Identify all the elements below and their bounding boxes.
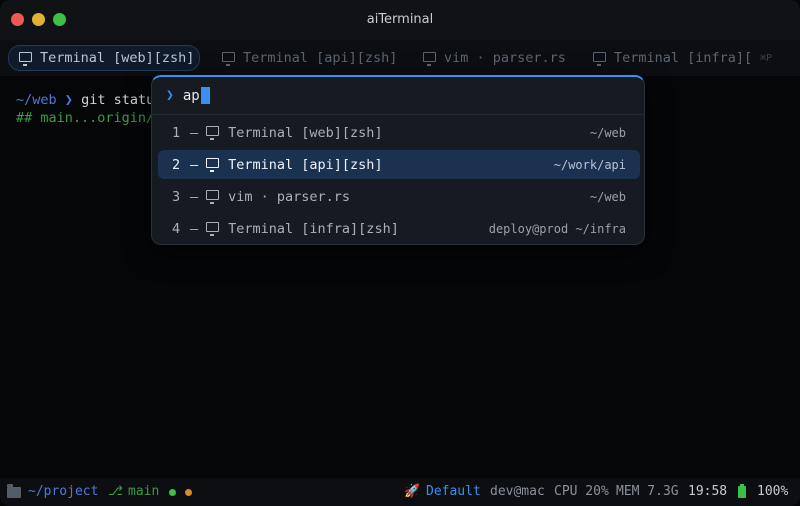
palette-search-row: ❯: [152, 77, 644, 115]
tab-terminal-infra[interactable]: Terminal [infra][: [583, 45, 762, 71]
tab-label: Terminal [infra][: [614, 50, 753, 66]
terminal-line: ## main...origin/: [16, 110, 155, 126]
result-separator: —: [190, 188, 199, 205]
result-path: ~/work/api: [553, 157, 626, 172]
tab-terminal-api[interactable]: Terminal [api][zsh]: [212, 45, 407, 71]
status-cpu: CPU 20%: [554, 484, 609, 499]
result-title: Terminal [web][zsh]: [228, 124, 383, 141]
result-separator: —: [190, 156, 199, 173]
result-separator: —: [190, 124, 199, 141]
tab-label: vim · parser.rs: [444, 50, 566, 66]
git-branch-icon: ⎇: [108, 484, 123, 499]
status-mem: MEM 7.3G: [616, 484, 679, 499]
monitor-icon: [19, 51, 32, 66]
result-index: 2: [172, 156, 181, 173]
result-index: 4: [172, 220, 181, 237]
monitor-icon: [222, 51, 235, 66]
monitor-icon: [206, 126, 220, 140]
status-branch[interactable]: main: [128, 484, 159, 499]
git-changes-indicator: [185, 489, 192, 496]
status-battery: 100%: [757, 484, 789, 499]
tab-vim-parser[interactable]: vim · parser.rs: [413, 45, 576, 71]
monitor-icon: [206, 222, 220, 236]
tab-label: Terminal [web][zsh]: [40, 50, 195, 66]
status-bar: ~/project ⎇ main 🚀 Default dev@mac CPU 2…: [0, 478, 800, 506]
monitor-icon: [423, 51, 436, 66]
monitor-icon: [206, 190, 220, 204]
prompt-path: ~/web: [16, 92, 57, 108]
window-title: aiTerminal: [366, 12, 434, 27]
battery-icon: [738, 484, 746, 498]
result-title: Terminal [api][zsh]: [228, 156, 383, 173]
monitor-icon: [206, 158, 220, 172]
terminal-window: aiTerminal Terminal [web][zsh] Terminal …: [0, 0, 800, 506]
text-cursor: [200, 87, 210, 104]
result-separator: —: [190, 220, 199, 237]
result-path: ~/web: [589, 125, 626, 140]
result-path: ~/web: [589, 189, 626, 204]
result-index: 3: [172, 188, 181, 205]
result-title: Terminal [infra][zsh]: [228, 220, 399, 237]
monitor-icon: [593, 51, 606, 66]
shortcut-hint: ⌘P: [760, 53, 773, 64]
tab-terminal-web[interactable]: Terminal [web][zsh]: [8, 45, 200, 71]
palette-result-item[interactable]: 1 — Terminal [web][zsh] ~/web: [158, 118, 640, 147]
tab-label: Terminal [api][zsh]: [243, 50, 398, 66]
title-bar: aiTerminal: [0, 0, 800, 40]
tab-bar: Terminal [web][zsh] Terminal [api][zsh] …: [0, 40, 800, 76]
status-project[interactable]: ~/project: [28, 484, 98, 499]
palette-result-item-selected[interactable]: 2 — Terminal [api][zsh] ~/work/api: [158, 150, 640, 179]
status-profile[interactable]: Default: [426, 484, 481, 499]
terminal-line: ~/web ❯ git statu: [16, 92, 154, 108]
folder-icon: [7, 484, 21, 498]
git-clean-indicator: [169, 489, 176, 496]
chevron-right-icon: ❯: [166, 88, 174, 103]
rocket-icon: 🚀: [404, 484, 421, 499]
palette-result-item[interactable]: 4 — Terminal [infra][zsh] deploy@prod ~/…: [158, 214, 640, 243]
result-index: 1: [172, 124, 181, 141]
status-time: 19:58: [688, 484, 728, 499]
typed-command: git statu: [81, 92, 155, 108]
palette-search-input[interactable]: [182, 87, 201, 104]
palette-result-item[interactable]: 3 — vim · parser.rs ~/web: [158, 182, 640, 211]
prompt-chevron-icon: ❯: [64, 92, 73, 108]
status-user: dev@mac: [490, 484, 545, 499]
result-path: deploy@prod ~/infra: [488, 221, 626, 236]
result-title: vim · parser.rs: [228, 188, 351, 205]
tab-switcher-palette: ❯ 1 — Terminal [web][zsh] ~/web 2 — Term…: [151, 75, 645, 245]
